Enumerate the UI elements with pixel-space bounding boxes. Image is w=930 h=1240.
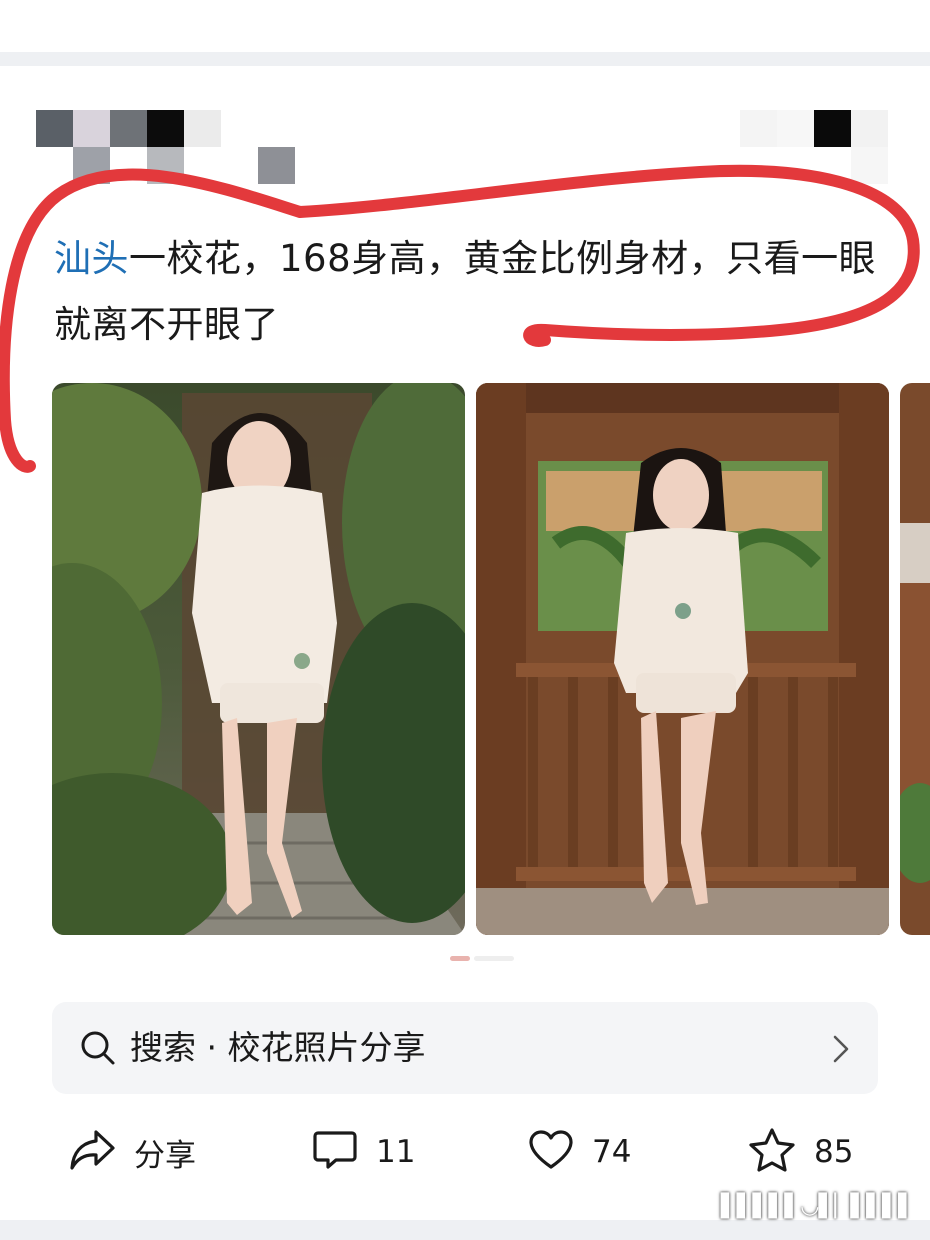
search-separator: · bbox=[206, 1028, 218, 1067]
like-count: 74 bbox=[592, 1134, 632, 1170]
share-icon bbox=[68, 1128, 116, 1176]
comment-count: 11 bbox=[376, 1134, 416, 1170]
share-button[interactable]: 分享 bbox=[68, 1120, 196, 1184]
search-query: 校花照片分享 bbox=[227, 1028, 426, 1067]
favorite-count: 85 bbox=[814, 1134, 854, 1170]
favorite-button[interactable]: 85 bbox=[748, 1120, 853, 1184]
heart-icon bbox=[528, 1129, 574, 1175]
comment-button[interactable]: 11 bbox=[312, 1120, 415, 1184]
like-button[interactable]: 74 bbox=[528, 1120, 631, 1184]
comment-icon bbox=[312, 1129, 358, 1175]
star-icon bbox=[748, 1127, 796, 1177]
chevron-right-icon bbox=[832, 1034, 850, 1068]
share-label: 分享 bbox=[134, 1137, 196, 1174]
watermark-logo: ▌▌▌▌▌◡▌▏▌▌▌▌ bbox=[720, 1194, 915, 1219]
related-search-bar[interactable]: 搜索 · 校花照片分享 bbox=[52, 1002, 878, 1094]
search-prefix: 搜索 bbox=[130, 1028, 196, 1067]
search-text: 搜索 · 校花照片分享 bbox=[130, 1024, 426, 1072]
search-icon bbox=[80, 1030, 116, 1070]
